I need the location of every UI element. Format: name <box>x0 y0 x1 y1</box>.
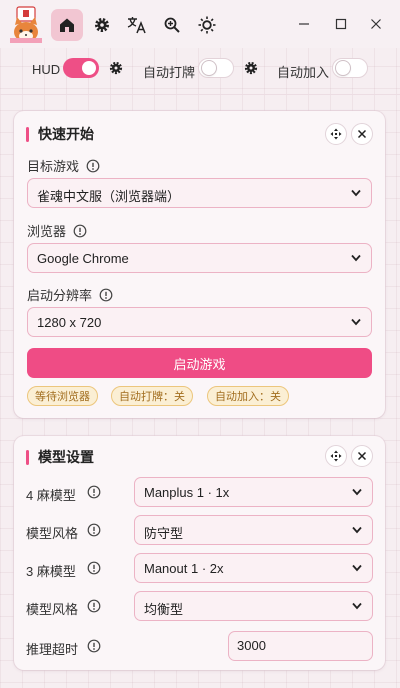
title-bar <box>0 0 400 48</box>
close-icon[interactable] <box>364 12 388 36</box>
info-icon[interactable] <box>87 485 101 499</box>
model-4p-select[interactable]: Manplus 1 · 1x <box>134 477 373 507</box>
status-badge-browser: 等待浏览器 <box>27 386 98 406</box>
chevron-down-icon <box>352 526 362 534</box>
drag-handle-icon[interactable] <box>325 445 347 467</box>
chevron-down-icon <box>352 564 362 572</box>
model-style-3p-label: 模型风格 <box>26 602 79 617</box>
info-icon[interactable] <box>87 639 101 653</box>
auto-join-label: 自动加入 <box>277 65 330 80</box>
divider <box>0 94 400 95</box>
quick-start-title: 快速开始 <box>26 124 94 144</box>
select-value: 防守型 <box>144 526 184 541</box>
toggle-knob <box>202 61 216 75</box>
select-value: 雀魂中文服（浏览器端） <box>37 189 181 204</box>
select-value: Manout 1 · 2x <box>144 561 224 576</box>
hud-settings-gear-icon[interactable] <box>108 60 124 76</box>
chevron-down-icon <box>352 488 362 496</box>
model-settings-title: 模型设置 <box>26 447 94 467</box>
hud-toggle[interactable] <box>63 58 99 78</box>
gear-icon[interactable] <box>86 9 118 41</box>
label-text: 目标游戏 <box>27 159 80 174</box>
start-game-button[interactable]: 启动游戏 <box>27 348 372 378</box>
info-icon[interactable] <box>87 561 101 575</box>
auto-play-settings-gear-icon[interactable] <box>243 60 259 76</box>
select-value: 均衡型 <box>144 602 184 617</box>
select-value: Manplus 1 · 1x <box>144 485 230 500</box>
toggle-bar: HUD 自动打牌 自动加入 <box>0 56 400 82</box>
title-accent-bar <box>26 449 29 465</box>
resolution-select[interactable]: 1280 x 720 <box>27 307 372 337</box>
toggle-knob <box>82 61 96 75</box>
model-4p-label: 4 麻模型 <box>26 488 76 503</box>
model-style-3p-select[interactable]: 均衡型 <box>134 591 373 621</box>
chevron-down-icon <box>351 318 361 326</box>
label-text: 启动分辨率 <box>27 288 93 303</box>
card-close-icon[interactable] <box>351 445 373 467</box>
maximize-icon[interactable] <box>329 12 353 36</box>
info-icon[interactable] <box>99 288 113 302</box>
theme-sun-icon[interactable] <box>191 9 223 41</box>
target-game-label: 目标游戏 <box>27 156 100 175</box>
drag-handle-icon[interactable] <box>325 123 347 145</box>
app-logo-icon <box>8 6 44 44</box>
info-icon[interactable] <box>86 159 100 173</box>
card-close-icon[interactable] <box>351 123 373 145</box>
browser-label: 浏览器 <box>27 221 87 240</box>
chevron-down-icon <box>351 254 361 262</box>
model-3p-select[interactable]: Manout 1 · 2x <box>134 553 373 583</box>
chevron-down-icon <box>352 602 362 610</box>
browser-select[interactable]: Google Chrome <box>27 243 372 273</box>
hud-label: HUD <box>32 62 61 77</box>
label-text: 浏览器 <box>27 224 67 239</box>
toggle-knob <box>336 61 350 75</box>
model-style-4p-select[interactable]: 防守型 <box>134 515 373 545</box>
resolution-label: 启动分辨率 <box>27 285 113 304</box>
model-settings-card: 模型设置 4 麻模型 Manplus 1 · 1x 模型风格 防守型 3 麻模型… <box>14 436 385 670</box>
select-value: 1280 x 720 <box>37 315 102 330</box>
info-icon[interactable] <box>87 523 101 537</box>
inference-timeout-field[interactable] <box>228 631 373 661</box>
home-icon[interactable] <box>51 9 83 41</box>
status-badge-auto-join: 自动加入：关 <box>207 386 289 406</box>
zoom-icon[interactable] <box>156 9 188 41</box>
target-game-select[interactable]: 雀魂中文服（浏览器端） <box>27 178 372 208</box>
timeout-input[interactable] <box>237 638 362 653</box>
status-badge-auto-play: 自动打牌：关 <box>111 386 193 406</box>
card-title-text: 快速开始 <box>38 126 94 142</box>
card-title-text: 模型设置 <box>38 449 94 465</box>
inference-timeout-label: 推理超时 <box>26 642 79 657</box>
auto-play-toggle[interactable] <box>198 58 234 78</box>
info-icon[interactable] <box>87 599 101 613</box>
quick-start-card: 快速开始 目标游戏 雀魂中文服（浏览器端） 浏览器 Google Chrome … <box>14 111 385 418</box>
minimize-icon[interactable] <box>292 12 316 36</box>
model-3p-label: 3 麻模型 <box>26 564 76 579</box>
auto-play-label: 自动打牌 <box>143 65 196 80</box>
select-value: Google Chrome <box>37 251 129 266</box>
info-icon[interactable] <box>73 224 87 238</box>
auto-join-toggle[interactable] <box>332 58 368 78</box>
model-style-4p-label: 模型风格 <box>26 526 79 541</box>
translate-icon[interactable] <box>121 9 153 41</box>
chevron-down-icon <box>351 189 361 197</box>
title-accent-bar <box>26 126 29 142</box>
